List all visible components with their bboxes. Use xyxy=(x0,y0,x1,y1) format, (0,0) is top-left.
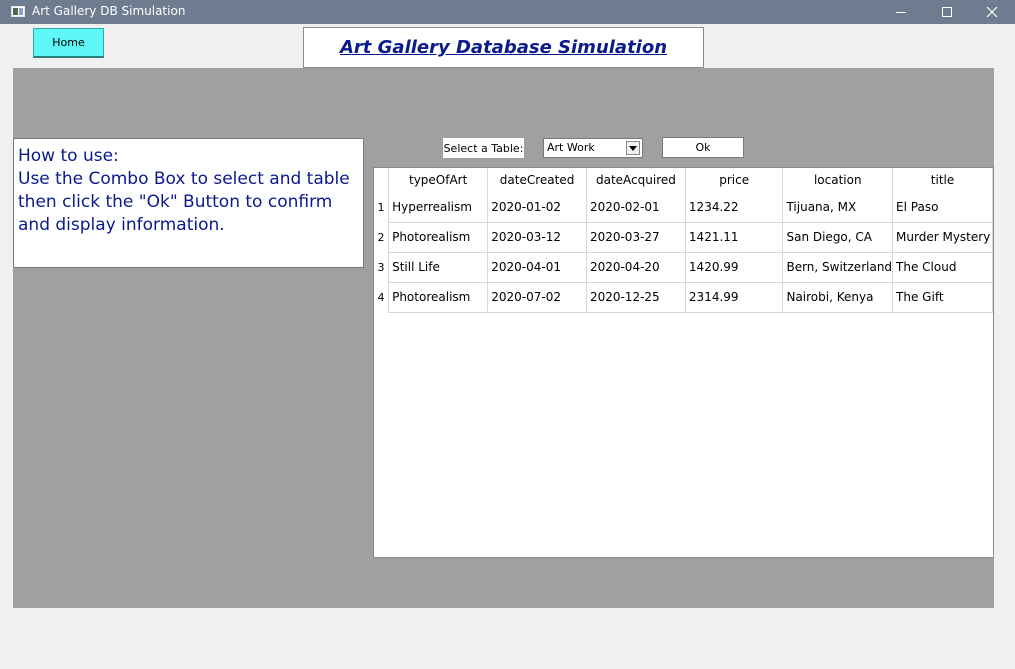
column-header[interactable]: location xyxy=(782,168,894,192)
table-cell[interactable]: Tijuana, MX xyxy=(782,192,894,223)
table-cell[interactable]: Photorealism xyxy=(388,282,489,313)
table-cell[interactable]: The Cloud xyxy=(892,252,993,283)
column-header[interactable]: title xyxy=(892,168,993,192)
table-header-row: typeOfArt dateCreated dateAcquired price… xyxy=(374,168,993,192)
column-header[interactable]: price xyxy=(685,168,784,192)
home-button[interactable]: Home xyxy=(33,28,104,58)
chevron-down-icon xyxy=(629,145,637,151)
select-table-label: Select a Table: xyxy=(443,138,524,158)
table-cell[interactable]: Nairobi, Kenya xyxy=(782,282,894,313)
column-header[interactable]: typeOfArt xyxy=(388,168,489,192)
instructions-box: How to use: Use the Combo Box to select … xyxy=(13,138,364,268)
row-index: 1 xyxy=(374,192,390,222)
window-title: Art Gallery DB Simulation xyxy=(32,4,186,18)
table-cell[interactable]: 2020-04-20 xyxy=(586,252,686,283)
table-row[interactable]: 2 Photorealism 2020-03-12 2020-03-27 142… xyxy=(374,222,993,253)
table-cell[interactable]: 1234.22 xyxy=(685,192,784,223)
close-button[interactable] xyxy=(969,0,1015,24)
table-combo-box[interactable]: Art Work xyxy=(543,138,643,158)
table-cell[interactable]: Murder Mystery xyxy=(892,222,993,253)
instructions-body: Use the Combo Box to select and table th… xyxy=(18,169,350,235)
page-title: Art Gallery Database Simulation xyxy=(339,37,668,58)
row-index: 2 xyxy=(374,222,390,252)
table-cell[interactable]: 2020-03-12 xyxy=(487,222,587,253)
table-cell[interactable]: Still Life xyxy=(388,252,489,283)
row-index: 4 xyxy=(374,282,390,312)
table-cell[interactable]: Bern, Switzerland xyxy=(782,252,894,283)
title-bar: Art Gallery DB Simulation xyxy=(0,0,1015,24)
table-cell[interactable]: 2020-12-25 xyxy=(586,282,686,313)
table-cell[interactable]: 1421.11 xyxy=(685,222,784,253)
table-cell[interactable]: San Diego, CA xyxy=(782,222,894,253)
table-cell[interactable]: The Gift xyxy=(892,282,993,313)
table-cell[interactable]: Photorealism xyxy=(388,222,489,253)
table-cell[interactable]: 2020-02-01 xyxy=(586,192,686,223)
ok-button[interactable]: Ok xyxy=(662,137,744,158)
table-row[interactable]: 1 Hyperrealism 2020-01-02 2020-02-01 123… xyxy=(374,192,993,223)
app-window: Art Gallery DB Simulation Home Art Galle… xyxy=(0,0,1015,669)
table-cell[interactable]: El Paso xyxy=(892,192,993,223)
close-icon xyxy=(986,6,998,18)
column-header[interactable]: dateCreated xyxy=(487,168,587,192)
table-cell[interactable]: 2020-03-27 xyxy=(586,222,686,253)
instructions-heading: How to use: xyxy=(18,146,119,166)
table-cell[interactable]: 2314.99 xyxy=(685,282,784,313)
maximize-button[interactable] xyxy=(924,0,970,24)
table-row[interactable]: 4 Photorealism 2020-07-02 2020-12-25 231… xyxy=(374,282,993,313)
app-icon xyxy=(11,6,25,17)
row-index-header xyxy=(374,168,390,192)
table-cell[interactable]: 2020-01-02 xyxy=(487,192,587,223)
table-cell[interactable]: Hyperrealism xyxy=(388,192,489,223)
table-cell[interactable]: 2020-04-01 xyxy=(487,252,587,283)
minimize-icon xyxy=(896,11,906,13)
dropdown-arrow-button[interactable] xyxy=(626,141,640,155)
data-table[interactable]: typeOfArt dateCreated dateAcquired price… xyxy=(373,167,994,558)
maximize-icon xyxy=(942,7,952,17)
table-row[interactable]: 3 Still Life 2020-04-01 2020-04-20 1420.… xyxy=(374,252,993,283)
minimize-button[interactable] xyxy=(878,0,924,24)
art-work-table: typeOfArt dateCreated dateAcquired price… xyxy=(374,168,993,313)
table-cell[interactable]: 2020-07-02 xyxy=(487,282,587,313)
column-header[interactable]: dateAcquired xyxy=(586,168,686,192)
row-index: 3 xyxy=(374,252,390,282)
header-banner: Art Gallery Database Simulation xyxy=(303,27,704,68)
combo-value: Art Work xyxy=(547,141,595,154)
table-cell[interactable]: 1420.99 xyxy=(685,252,784,283)
